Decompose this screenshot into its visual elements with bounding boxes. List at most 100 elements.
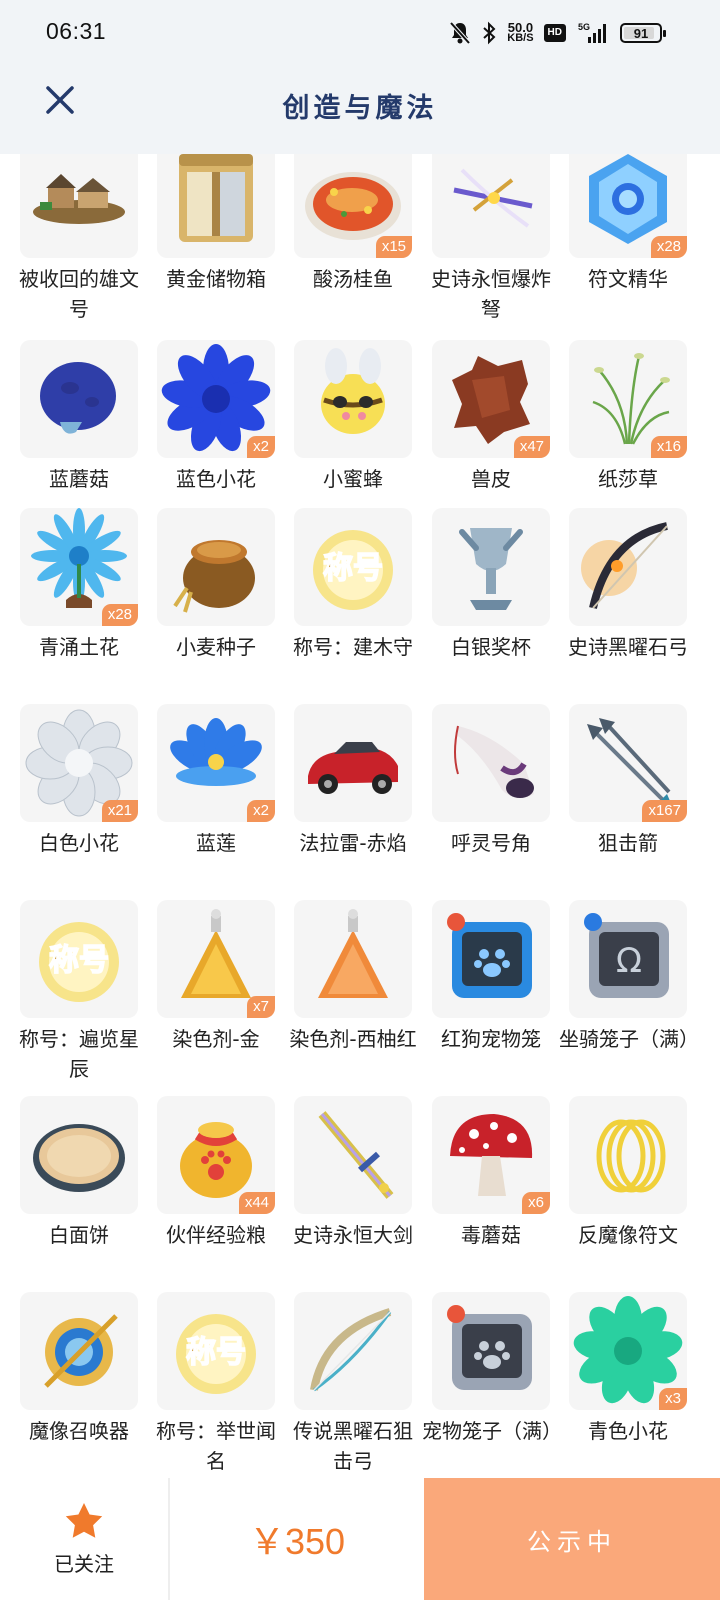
item-card[interactable]: x16 纸莎草 [569,340,707,536]
item-name: 青涌土花 [39,635,119,659]
item-card[interactable]: x2 蓝色小花 [157,340,295,536]
public-status-button[interactable]: 公示中 [424,1478,720,1600]
item-name: 白色小花 [39,831,119,855]
great-sword-icon [294,1096,412,1214]
item-name: 红狗宠物笼 [441,1027,541,1051]
red-mushroom-icon: x6 [432,1096,550,1214]
item-card[interactable]: x47 兽皮 [432,340,570,536]
item-card[interactable]: 白面饼 [20,1096,158,1292]
item-name: 纸莎草 [598,467,658,491]
item-name: 被收回的雄文号 [19,267,139,321]
item-card[interactable]: x3 青色小花 [569,1292,707,1478]
golem-summoner-icon [20,1292,138,1410]
item-name: 符文精华 [588,267,668,291]
net-speed-unit: KB/S [507,32,534,44]
item-card[interactable]: x28 青涌土花 [20,508,158,704]
item-name: 宠物笼子（满） [422,1419,562,1443]
item-grid: 被收回的雄文号 黄金储物箱 x15 酸汤桂鱼 史诗永恒爆炸弩 x28 符文精华蓝蘑菇 x2 蓝色… [0,154,720,1478]
item-card[interactable]: 史诗永恒爆炸弩 [431,154,570,336]
item-name: 小麦种子 [176,635,256,659]
quantity-badge: x21 [101,800,138,822]
hd-badge: HD [543,24,566,42]
item-name: 称号：遍览星辰 [19,1027,139,1081]
item-card[interactable]: x21 白色小花 [20,704,158,900]
bee-icon [294,340,412,458]
item-name: 传说黑曜石狙击弓 [293,1419,413,1473]
title-badge-icon: 称号 [157,1292,275,1410]
item-name: 白银奖杯 [451,635,531,659]
item-card[interactable]: 传说黑曜石狙击弓 [293,1292,432,1478]
item-card[interactable]: 称号 称号：建木守 [293,508,432,704]
quantity-badge: x15 [375,236,412,258]
title-badge-text: 称号 [186,1335,246,1370]
star-icon [64,1502,104,1544]
dye-orange-icon [294,900,412,1018]
header: 创造与魔法 [0,62,720,154]
title-badge-text: 称号 [49,943,109,978]
item-card[interactable]: 称号称号：举世闻名 [156,1292,295,1478]
title-badge-text: 称号 [323,551,383,586]
white-flower-icon: x21 [20,704,138,822]
blue-mushroom-icon [20,340,138,458]
status-bar: 06:31 50.0 KB/S HD 5G 91 [0,0,720,62]
item-card[interactable]: 魔像召唤器 [20,1292,158,1478]
item-card[interactable]: x28 符文精华 [569,154,707,336]
item-name: 白面饼 [49,1223,109,1247]
quantity-badge: x2 [247,436,275,458]
quantity-badge: x16 [650,436,687,458]
red-car-icon [294,704,412,822]
item-card[interactable]: 宠物笼子（满） [422,1292,570,1478]
house-boat-icon [20,154,138,258]
item-card[interactable]: 史诗永恒大剑 [293,1096,432,1292]
quantity-badge: x28 [650,236,687,258]
item-card[interactable]: x2 蓝莲 [157,704,295,900]
item-card[interactable]: x44 伙伴经验粮 [157,1096,295,1292]
item-card[interactable]: 法拉雷-赤焰 [294,704,432,900]
item-card[interactable]: 红狗宠物笼 [432,900,570,1096]
price-label: ￥350 [248,1521,346,1562]
flatbread-icon [20,1096,138,1214]
crossbow-icon [432,154,550,258]
item-card[interactable]: 史诗黑曜石弓 [568,508,707,704]
item-card[interactable]: 白银奖杯 [432,508,570,704]
blue-flower-icon: x2 [157,340,275,458]
quantity-badge: x7 [247,996,275,1018]
item-card[interactable]: 反魔像符文 [569,1096,707,1292]
item-name: 坐骑笼子（满） [559,1027,699,1051]
hide-icon: x47 [432,340,550,458]
item-card[interactable]: 蓝蘑菇 [20,340,158,536]
item-name: 兽皮 [471,467,511,491]
item-name: 称号：举世闻名 [156,1419,276,1473]
mute-bell-icon [449,21,471,45]
item-card[interactable]: 染色剂-西柚红 [289,900,432,1096]
title-badge-icon: 称号 [294,508,412,626]
item-card[interactable]: 呼灵号角 [432,704,570,900]
item-card[interactable]: x7 染色剂-金 [157,900,295,1096]
quantity-badge: x167 [642,800,687,822]
item-card[interactable]: 被收回的雄文号 [19,154,158,336]
page-title: 创造与魔法 [282,93,438,124]
rune-crystal-icon: x28 [569,154,687,258]
dye-gold-icon: x7 [157,900,275,1018]
item-card[interactable]: x15 酸汤桂鱼 [294,154,432,336]
item-name: 史诗永恒大剑 [293,1223,413,1247]
network-type-label: 5G [578,22,590,32]
title-badge-icon: 称号 [20,900,138,1018]
item-name: 黄金储物箱 [166,267,266,291]
item-name: 狙击箭 [598,831,658,855]
item-name: 蓝蘑菇 [49,467,109,491]
arrows-icon: x167 [569,704,687,822]
follow-button[interactable]: 已关注 [0,1478,168,1600]
item-card[interactable]: 黄金储物箱 [157,154,295,336]
item-card[interactable]: x167 狙击箭 [569,704,707,900]
papyrus-icon: x16 [569,340,687,458]
item-name: 法拉雷-赤焰 [299,831,407,855]
quantity-badge: x28 [101,604,138,626]
item-card[interactable]: 小蜜蜂 [294,340,432,536]
item-card[interactable]: x6 毒蘑菇 [432,1096,570,1292]
item-card[interactable]: 小麦种子 [157,508,295,704]
item-card[interactable]: Ω 坐骑笼子（满） [559,900,707,1096]
golden-cabinet-icon [157,154,275,258]
quantity-badge: x47 [513,436,550,458]
item-card[interactable]: 称号称号：遍览星辰 [19,900,158,1096]
